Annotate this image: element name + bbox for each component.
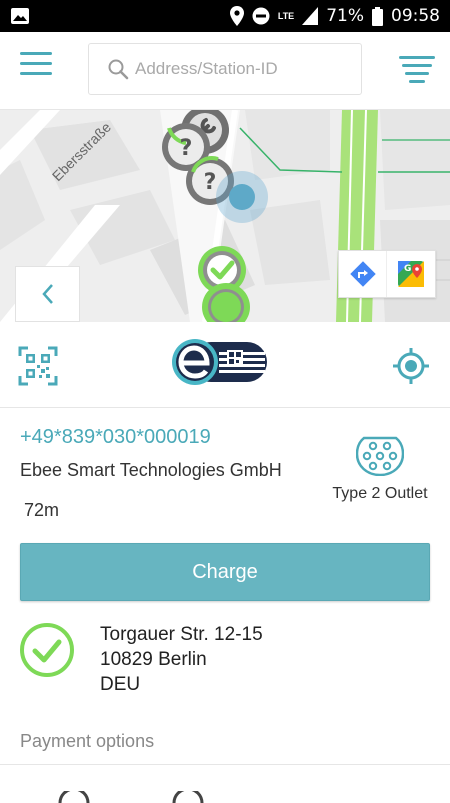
top-bar [0,32,450,110]
connector-info: Type 2 Outlet [322,434,438,503]
directions-button[interactable] [339,251,388,297]
locate-me-button[interactable] [392,347,430,385]
station-toolbar [0,322,450,408]
battery-icon [372,6,383,26]
search-icon [108,59,129,80]
intercharge-logo [171,338,269,391]
svg-text:G: G [404,264,411,274]
address-country: DEU [100,674,141,695]
search-input[interactable] [135,59,335,79]
qr-code-icon [18,346,58,386]
search-box[interactable] [88,43,362,95]
signal-icon [302,7,319,25]
location-icon [229,6,244,26]
battery-percent: 71% [326,6,364,26]
station-distance: 72m [24,500,60,520]
directions-icon [349,261,376,287]
image-notification-icon [11,8,29,24]
intercharge-logo-icon [172,339,267,385]
filter-icon[interactable] [398,56,436,86]
map-actions: G [338,250,436,298]
charge-button[interactable]: Charge [20,543,430,601]
network-type: LTE [277,10,295,21]
divider [0,764,450,765]
station-id: +49*839*030*000019 [20,426,211,448]
address-street: Torgauer Str. 12-15 [100,624,263,645]
connector-type: Type 2 Outlet [332,485,428,502]
payment-options-heading: Payment options [20,731,155,751]
do-not-disturb-icon [252,7,270,25]
collapse-panel-button[interactable] [15,266,80,322]
map-view[interactable]: Ebersstraße ? ? G [0,110,450,322]
status-bar: LTE 71% 09:58 [0,0,450,32]
address-city: 10829 Berlin [100,649,207,670]
current-location-marker [216,171,268,223]
google-logo-fragment [0,285,14,303]
station-address: Torgauer Str. 12-15 10829 Berlin DEU [100,622,263,697]
chevron-left-icon [41,284,53,304]
qr-scan-button[interactable] [18,346,58,386]
hamburger-menu-icon[interactable] [20,52,54,86]
google-maps-icon: G [398,261,424,287]
svg-text:?: ? [204,170,217,195]
clock: 09:58 [391,6,440,26]
payment-icons-partial [58,791,204,803]
operator-name: Ebee Smart Technologies GmbH [20,460,282,480]
type2-plug-icon [355,436,405,477]
svg-text:?: ? [180,136,193,161]
availability-status [19,622,75,683]
open-in-maps-button[interactable]: G [387,251,435,297]
available-check-icon [20,623,74,677]
crosshair-icon [393,348,429,384]
